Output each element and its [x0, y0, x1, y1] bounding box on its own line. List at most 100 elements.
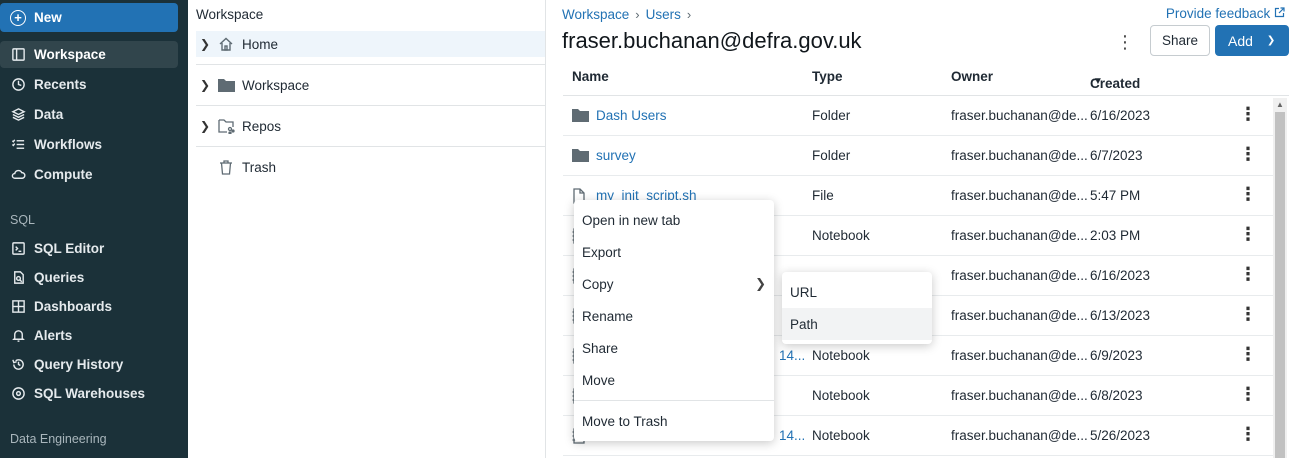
chevron-right-icon: ❯: [755, 276, 766, 291]
sidebar-item-dashboards[interactable]: Dashboards: [0, 293, 178, 320]
home-icon: [218, 36, 236, 52]
menu-item-rename[interactable]: Rename: [574, 300, 774, 332]
scroll-up-arrow-icon[interactable]: ▲: [1276, 100, 1284, 109]
dashboards-icon: [10, 299, 26, 315]
share-button[interactable]: Share: [1150, 25, 1210, 56]
row-more-options-icon[interactable]: ⋮: [1239, 104, 1257, 125]
row-created: 6/13/2023: [1090, 308, 1151, 323]
sidebar-item-label: Query History: [34, 357, 124, 372]
menu-item-move-to-trash[interactable]: Move to Trash: [574, 405, 774, 437]
external-link-icon: [1274, 6, 1285, 21]
sidebar-item-compute[interactable]: Compute: [0, 161, 178, 188]
sidebar-item-workspace[interactable]: Workspace: [0, 41, 178, 68]
divider: [196, 105, 545, 106]
sidebar-item-label: SQL Editor: [34, 241, 105, 256]
table-row[interactable]: Dash Users Folder fraser.buchanan@de... 6/1…: [563, 96, 1273, 136]
breadcrumb-users[interactable]: Users: [646, 7, 681, 22]
tree-item-trash[interactable]: Trash: [196, 154, 545, 180]
workspace-icon: [10, 47, 26, 63]
add-button[interactable]: Add ❯: [1215, 25, 1289, 56]
scrollbar[interactable]: ▲: [1273, 98, 1287, 458]
sidebar-item-workflows[interactable]: Workflows: [0, 131, 178, 158]
submenu-item-path[interactable]: Path: [782, 308, 932, 340]
table-header: Name Type Owner Created ▼: [563, 62, 1289, 96]
divider: [196, 64, 545, 65]
breadcrumb-workspace[interactable]: Workspace: [562, 7, 629, 22]
column-header-name[interactable]: Name: [572, 69, 609, 84]
row-created: 6/16/2023: [1090, 268, 1151, 283]
row-owner: fraser.buchanan@de...: [951, 428, 1088, 443]
chevron-right-icon[interactable]: ❯: [200, 37, 212, 51]
menu-item-share[interactable]: Share: [574, 332, 774, 364]
queries-icon: [10, 270, 26, 286]
tree-item-workspace[interactable]: ❯ Workspace: [196, 72, 545, 98]
sidebar-item-sql-warehouses[interactable]: SQL Warehouses: [0, 380, 178, 407]
context-menu: Open in new tab Export Copy ❯ Rename Sha…: [574, 200, 774, 441]
chevron-right-icon[interactable]: ❯: [200, 119, 212, 133]
menu-item-copy[interactable]: Copy ❯: [574, 268, 774, 300]
more-options-icon[interactable]: ⋮: [1115, 30, 1135, 54]
row-more-options-icon[interactable]: ⋮: [1239, 384, 1257, 405]
row-type: Notebook: [812, 388, 870, 403]
row-name-link[interactable]: Dash Users: [596, 108, 667, 123]
column-header-owner[interactable]: Owner: [951, 69, 993, 84]
sidebar-item-label: Recents: [34, 77, 87, 92]
chevron-right-icon[interactable]: ❯: [200, 78, 212, 92]
repos-icon: [218, 118, 236, 134]
sidebar-item-label: Workspace: [34, 47, 106, 62]
new-button[interactable]: + New: [0, 3, 178, 32]
menu-item-label: Copy: [582, 276, 614, 292]
row-created: 6/16/2023: [1090, 108, 1151, 123]
tree-item-label: Repos: [242, 118, 282, 134]
row-type: Folder: [812, 108, 851, 123]
provide-feedback-link[interactable]: Provide feedback: [1166, 6, 1285, 21]
menu-item-move[interactable]: Move: [574, 364, 774, 396]
sidebar-item-queries[interactable]: Queries: [0, 264, 178, 291]
sidebar-item-sql-editor[interactable]: SQL Editor: [0, 235, 178, 262]
left-sidebar: + New Workspace Recents Data Workflows C…: [0, 0, 188, 458]
submenu-item-url[interactable]: URL: [782, 276, 932, 308]
row-more-options-icon[interactable]: ⋮: [1239, 344, 1257, 365]
row-more-options-icon[interactable]: ⋮: [1239, 184, 1257, 205]
row-more-options-icon[interactable]: ⋮: [1239, 424, 1257, 445]
new-button-label: New: [34, 10, 62, 25]
tree-item-label: Trash: [242, 159, 277, 175]
sidebar-item-alerts[interactable]: Alerts: [0, 322, 178, 349]
tree-item-home[interactable]: ❯ Home: [196, 31, 545, 57]
warehouse-icon: [10, 386, 26, 402]
sort-desc-icon: ▼: [1093, 76, 1103, 87]
column-header-type[interactable]: Type: [812, 69, 843, 84]
row-type: Folder: [812, 148, 851, 163]
tree-item-repos[interactable]: ❯ Repos: [196, 113, 545, 139]
folder-icon: [572, 108, 589, 122]
row-owner: fraser.buchanan@de...: [951, 308, 1088, 323]
row-more-options-icon[interactable]: ⋮: [1239, 144, 1257, 165]
table-row[interactable]: survey Folder fraser.buchanan@de... 6/7/202…: [563, 136, 1273, 176]
breadcrumb-separator: ›: [635, 7, 640, 22]
row-more-options-icon[interactable]: ⋮: [1239, 264, 1257, 285]
sidebar-item-label: SQL Warehouses: [34, 386, 146, 401]
clock-icon: [10, 77, 26, 93]
row-name-link[interactable]: survey: [596, 148, 636, 163]
row-type: Notebook: [812, 428, 870, 443]
workflows-icon: [10, 137, 26, 153]
folder-icon: [572, 148, 589, 162]
data-icon: [10, 107, 26, 123]
sidebar-item-label: Data: [34, 107, 64, 122]
sidebar-item-label: Alerts: [34, 328, 73, 343]
tree-item-label: Workspace: [242, 77, 310, 93]
sidebar-item-label: Queries: [34, 270, 85, 285]
menu-item-export[interactable]: Export: [574, 236, 774, 268]
sidebar-item-recents[interactable]: Recents: [0, 71, 178, 98]
row-name-link[interactable]: 14...: [779, 348, 805, 363]
menu-item-open-new-tab[interactable]: Open in new tab: [574, 204, 774, 236]
row-name-link[interactable]: 14...: [779, 428, 805, 443]
scrollbar-thumb[interactable]: [1275, 112, 1285, 458]
row-more-options-icon[interactable]: ⋮: [1239, 304, 1257, 325]
row-more-options-icon[interactable]: ⋮: [1239, 224, 1257, 245]
row-type: Notebook: [812, 348, 870, 363]
row-owner: fraser.buchanan@de...: [951, 108, 1088, 123]
sidebar-item-data[interactable]: Data: [0, 101, 178, 128]
row-owner: fraser.buchanan@de...: [951, 228, 1088, 243]
sidebar-item-query-history[interactable]: Query History: [0, 351, 178, 378]
